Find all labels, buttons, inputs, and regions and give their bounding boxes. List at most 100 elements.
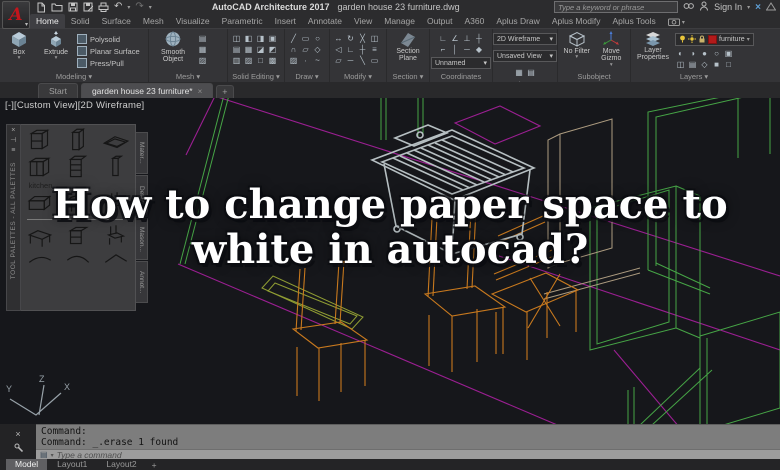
move-icon[interactable]: ↔ xyxy=(333,34,344,44)
ribbon-tab-output[interactable]: Output xyxy=(421,14,459,28)
ribbon-tab-home[interactable]: Home xyxy=(30,14,65,28)
panel-label-subobject[interactable]: Subobject xyxy=(558,72,630,82)
rectangle-icon[interactable]: ▭ xyxy=(300,34,311,44)
qat-customize-icon[interactable]: ▾ xyxy=(149,4,152,11)
extrude-button[interactable]: Extrude▾ xyxy=(38,31,74,62)
layer-on-icon[interactable]: ▣ xyxy=(723,49,734,59)
layer-walk-icon[interactable]: ◇ xyxy=(699,60,710,70)
no-filter-button[interactable]: No Filter▾ xyxy=(561,31,593,61)
trim-icon[interactable]: ╲ xyxy=(357,56,368,66)
layer-properties-button[interactable]: Layer Properties xyxy=(634,31,672,62)
ucs-3point-icon[interactable]: ⌐ xyxy=(438,45,449,55)
new-drawing-tab-button[interactable]: + xyxy=(216,85,233,98)
layer-color-swatch[interactable] xyxy=(708,35,717,44)
redo-icon[interactable]: ↷ xyxy=(135,2,143,12)
new-layout-button[interactable]: + xyxy=(147,460,162,470)
new-file-icon[interactable] xyxy=(36,2,46,13)
panel-label-mesh[interactable]: Mesh ▾ xyxy=(149,72,227,82)
layer-unlock-icon[interactable]: □ xyxy=(723,60,734,70)
stretch-icon[interactable]: ▭ xyxy=(369,56,380,66)
ribbon-tab-visualize[interactable]: Visualize xyxy=(170,14,216,28)
layer-unisolate-icon[interactable]: ◑ xyxy=(687,49,698,59)
panel-label-modeling[interactable]: Modeling ▾ xyxy=(0,72,148,82)
layer-match-icon[interactable]: ◫ xyxy=(675,60,686,70)
palette-tab-materials[interactable]: Mater... xyxy=(136,132,148,174)
customize-wrench-icon[interactable] xyxy=(14,443,23,454)
ribbon-tab-annotate[interactable]: Annotate xyxy=(302,14,348,28)
box-button[interactable]: Box▾ xyxy=(3,31,35,62)
close-icon[interactable]: × xyxy=(11,127,15,134)
move-gizmo-button[interactable]: Move Gizmo▾ xyxy=(596,31,628,68)
autohide-icon[interactable]: ⊣ xyxy=(10,137,16,144)
point-icon[interactable]: ∙ xyxy=(300,56,311,66)
section-plane-button[interactable]: Section Plane xyxy=(390,31,426,63)
kitchen-tall-unit-block[interactable] xyxy=(63,127,93,154)
panel-label-solid-editing[interactable]: Solid Editing ▾ xyxy=(228,72,284,82)
file-tab-document[interactable]: garden house 23 furniture*× xyxy=(81,83,213,98)
polygon-icon[interactable]: ◇ xyxy=(312,45,323,55)
separate-icon[interactable]: □ xyxy=(255,56,266,66)
ribbon-tab-solid[interactable]: Solid xyxy=(65,14,96,28)
ucs-icon[interactable]: ∟ xyxy=(438,34,449,44)
sign-in-button[interactable]: Sign In xyxy=(714,2,742,12)
shell-icon[interactable]: ▨ xyxy=(243,56,254,66)
undo-dropdown-icon[interactable]: ▾ xyxy=(127,4,130,11)
arc-icon[interactable]: ∩ xyxy=(288,45,299,55)
layer-on-bulb-icon[interactable] xyxy=(679,35,686,45)
planar-surface-button[interactable]: Planar Surface xyxy=(77,46,140,56)
layout-tab-model[interactable]: Model xyxy=(6,459,47,470)
rotate-icon[interactable]: ↻ xyxy=(345,34,356,44)
close-icon[interactable]: × xyxy=(198,87,203,96)
viewport-view-control[interactable]: [Custom View] xyxy=(14,100,78,111)
ucs-world-icon[interactable]: ∠ xyxy=(450,34,461,44)
a360-icon[interactable] xyxy=(766,2,776,13)
thicken-icon[interactable]: ▦ xyxy=(243,45,254,55)
ribbon-tab-insert[interactable]: Insert xyxy=(269,14,302,28)
ucs-named-icon[interactable]: ◆ xyxy=(474,45,485,55)
layer-off-icon[interactable]: ○ xyxy=(711,49,722,59)
panel-label-modify[interactable]: Modify ▾ xyxy=(330,72,386,82)
ribbon-tab-aplus-draw[interactable]: Aplus Draw xyxy=(490,14,545,28)
layout-tab-layout2[interactable]: Layout2 xyxy=(97,459,145,470)
ucs-zaxis-icon[interactable]: ┼ xyxy=(474,34,485,44)
extend-icon[interactable]: ─ xyxy=(345,56,356,66)
application-menu-button[interactable]: A ▾ xyxy=(2,1,30,29)
layer-isolate-icon[interactable]: ◐ xyxy=(675,49,686,59)
ribbon-tab-aplus-tools[interactable]: Aplus Tools xyxy=(606,14,661,28)
ribbon-tab-view[interactable]: View xyxy=(348,14,378,28)
drawing-area[interactable]: [-][Custom View][2D Wireframe] × ⊣ ≡ TOO… xyxy=(0,98,780,424)
polyline-icon[interactable]: ▱ xyxy=(300,45,311,55)
kitchen-end-panel-block[interactable] xyxy=(101,154,131,181)
viewport-visual-style-control[interactable]: [2D Wireframe] xyxy=(78,100,145,111)
ribbon-tab-parametric[interactable]: Parametric xyxy=(216,14,269,28)
kitchen-drawer-unit-block[interactable] xyxy=(63,154,93,181)
layout-tab-layout1[interactable]: Layout1 xyxy=(48,459,96,470)
file-tab-start[interactable]: Start xyxy=(38,83,78,98)
array-icon[interactable]: ┼ xyxy=(357,45,368,55)
copy-icon[interactable]: ◫ xyxy=(369,34,380,44)
plot-icon[interactable] xyxy=(98,2,109,12)
named-ucs-dropdown[interactable]: Unnamed▾ xyxy=(431,57,491,69)
kitchen-worktop-block[interactable] xyxy=(101,127,131,154)
layer-dropdown[interactable]: furniture ▾ xyxy=(675,33,754,46)
viewport-config-icon[interactable]: ▦ xyxy=(514,68,525,78)
close-icon[interactable]: × xyxy=(15,430,20,439)
taper-faces-icon[interactable]: ◪ xyxy=(255,45,266,55)
ucs-x-icon[interactable]: │ xyxy=(450,45,461,55)
viewport-minimize-control[interactable]: [-] xyxy=(5,100,14,111)
mirror-icon[interactable]: ◁ xyxy=(333,45,344,55)
properties-icon[interactable]: ≡ xyxy=(11,147,15,154)
ribbon-tab-aplus-modify[interactable]: Aplus Modify xyxy=(546,14,607,28)
ribbon-tab-surface[interactable]: Surface xyxy=(96,14,137,28)
ribbon-tab-a360[interactable]: A360 xyxy=(458,14,490,28)
exchange-apps-icon[interactable]: × xyxy=(755,2,761,13)
slice-icon[interactable]: ▤ xyxy=(231,45,242,55)
smooth-more-icon[interactable]: ▤ xyxy=(197,34,208,44)
ribbon-tab-manage[interactable]: Manage xyxy=(378,14,421,28)
presspull-button[interactable]: Press/Pull xyxy=(77,58,140,68)
smooth-less-icon[interactable]: ▦ xyxy=(197,45,208,55)
named-view-dropdown[interactable]: Unsaved View▾ xyxy=(493,50,557,62)
search-input[interactable] xyxy=(554,1,678,13)
circle-icon[interactable]: ○ xyxy=(312,34,323,44)
undo-icon[interactable]: ↶ xyxy=(114,2,122,12)
